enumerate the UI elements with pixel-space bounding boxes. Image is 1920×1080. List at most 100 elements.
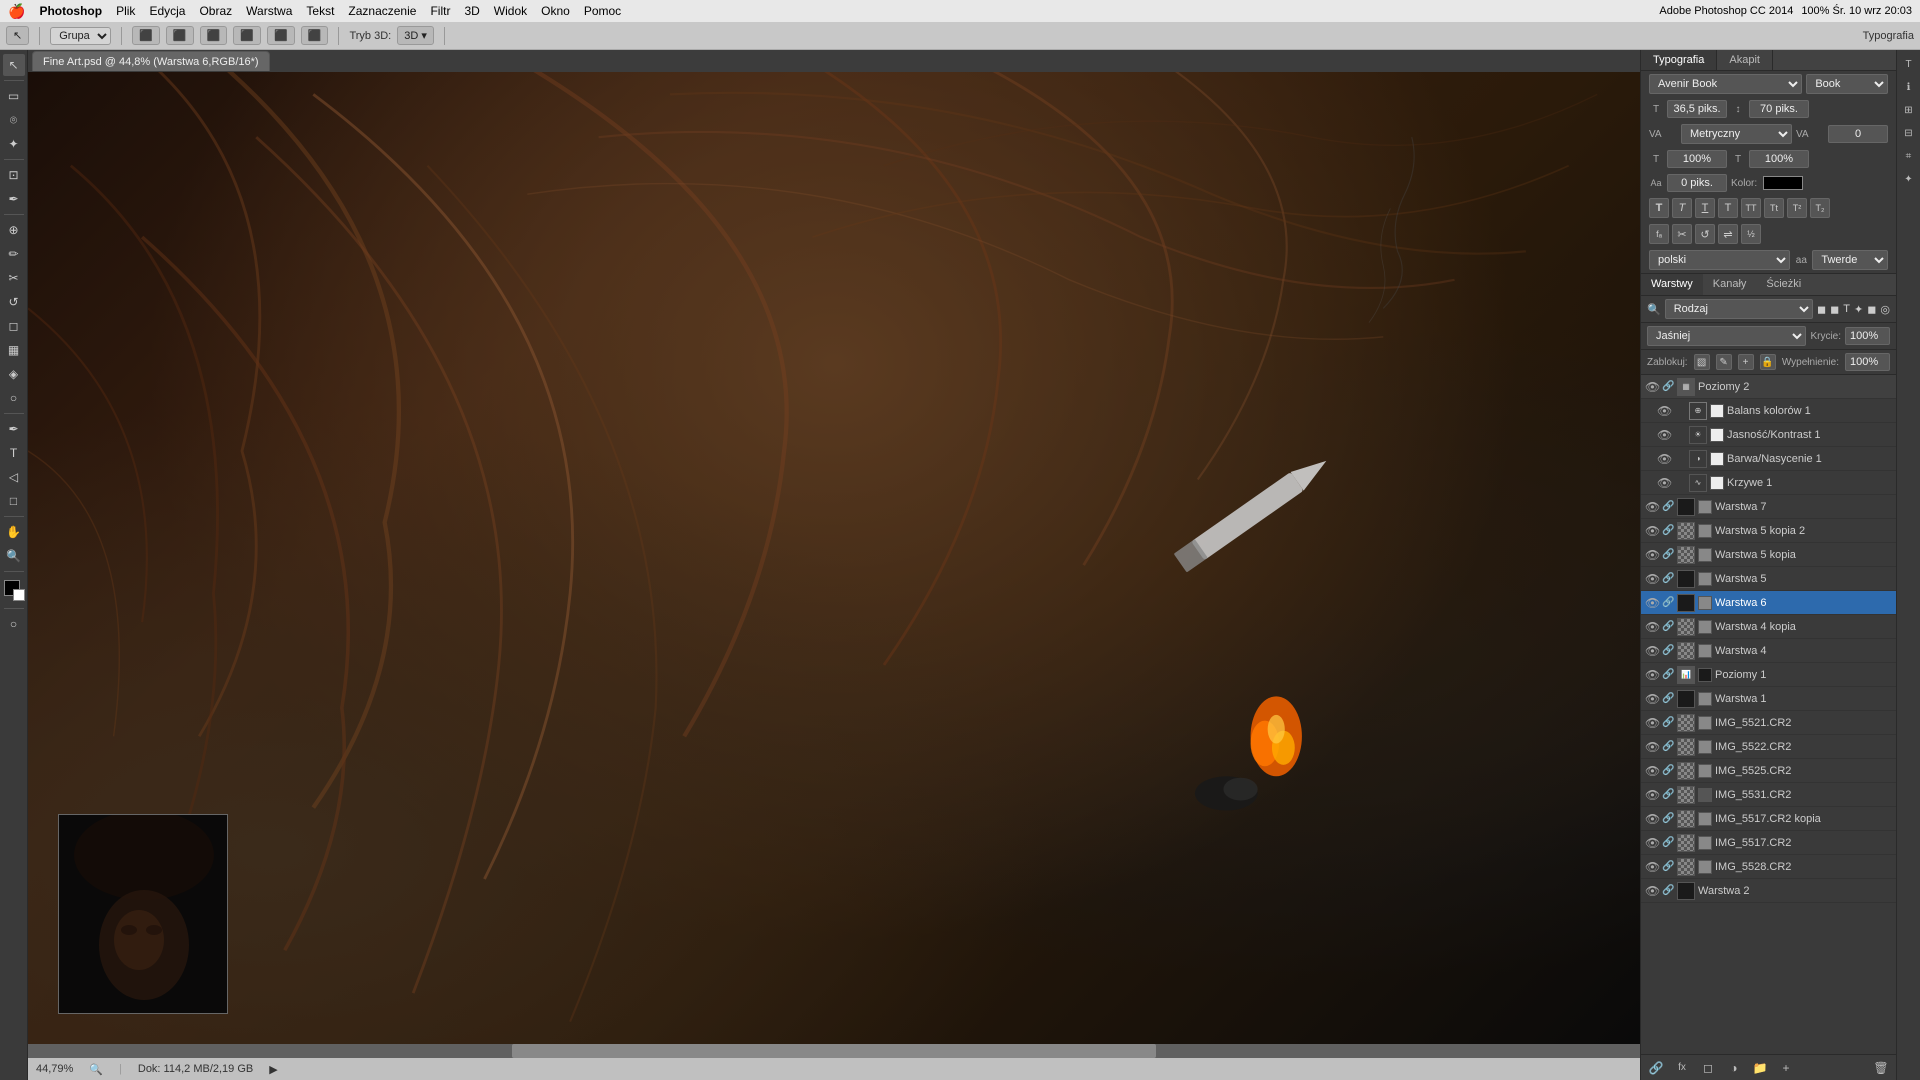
color-picker[interactable]: [4, 580, 24, 600]
visibility-icon[interactable]: 👁: [1645, 620, 1659, 634]
visibility-icon[interactable]: 👁: [1645, 836, 1659, 850]
tracking-field[interactable]: [1828, 125, 1888, 143]
filter-btn-1[interactable]: ◼: [1817, 303, 1826, 316]
layer-row[interactable]: 👁 🔗 Warstwa 5 kopia: [1641, 543, 1896, 567]
layers-list[interactable]: 👁 🔗 ▦ Poziomy 2 👁 ⊕ Balans kolorów 1 👁: [1641, 375, 1896, 1054]
bold-button[interactable]: T: [1649, 198, 1669, 218]
menu-filtr[interactable]: Filtr: [430, 4, 450, 18]
menu-warstwa[interactable]: Warstwa: [246, 4, 292, 18]
layer-row[interactable]: 👁 🔗 IMG_5531.CR2: [1641, 783, 1896, 807]
align-btn-2[interactable]: ⬛: [166, 26, 194, 45]
rotate-button[interactable]: ↺: [1695, 224, 1715, 244]
tool-wand[interactable]: ✦: [3, 133, 25, 155]
layer-row[interactable]: 👁 🔗 Warstwa 2: [1641, 879, 1896, 903]
tool-hand[interactable]: ✋: [3, 521, 25, 543]
visibility-icon[interactable]: 👁: [1645, 500, 1659, 514]
visibility-icon[interactable]: 👁: [1645, 740, 1659, 754]
layer-row[interactable]: 👁 ◑ Barwa/Nasycenie 1: [1641, 447, 1896, 471]
layer-row[interactable]: 👁 🔗 Warstwa 4: [1641, 639, 1896, 663]
tool-eyedropper[interactable]: ✒: [3, 188, 25, 210]
add-group-icon[interactable]: 📁: [1751, 1059, 1769, 1077]
smallcaps-button[interactable]: Tt: [1764, 198, 1784, 218]
scroll-thumb[interactable]: [512, 1044, 1157, 1058]
app-name[interactable]: Photoshop: [39, 4, 102, 18]
allcaps-button[interactable]: TT: [1741, 198, 1761, 218]
layer-row[interactable]: 👁 ⊕ Balans kolorów 1: [1641, 399, 1896, 423]
visibility-icon[interactable]: 👁: [1645, 596, 1659, 610]
strip-icon-1[interactable]: T: [1899, 54, 1919, 74]
italic-button[interactable]: T: [1672, 198, 1692, 218]
align-btn-6[interactable]: ⬛: [301, 26, 329, 45]
tool-zoom[interactable]: 🔍: [3, 545, 25, 567]
layer-row[interactable]: 👁 🔗 Warstwa 5: [1641, 567, 1896, 591]
strip-icon-5[interactable]: ⌗: [1899, 146, 1919, 166]
tool-shape[interactable]: □: [3, 490, 25, 512]
antialias-select[interactable]: Twerde: [1812, 250, 1888, 270]
tool-path[interactable]: ◁: [3, 466, 25, 488]
lock-lock-btn[interactable]: 🔒: [1760, 354, 1776, 370]
visibility-icon[interactable]: 👁: [1645, 572, 1659, 586]
tool-lasso[interactable]: ⌾: [3, 109, 25, 131]
tab-typografia[interactable]: Typografia: [1641, 50, 1717, 70]
tool-pen[interactable]: ✒: [3, 418, 25, 440]
subscript-button[interactable]: T₂: [1810, 198, 1830, 218]
add-adjustment-icon[interactable]: ◑: [1725, 1059, 1743, 1077]
menu-okno[interactable]: Okno: [541, 4, 570, 18]
kerning-select[interactable]: Metryczny: [1681, 124, 1792, 144]
tool-brush[interactable]: ✏: [3, 243, 25, 265]
menu-pomoc[interactable]: Pomoc: [584, 4, 621, 18]
menu-3d[interactable]: 3D: [464, 4, 479, 18]
visibility-icon[interactable]: 👁: [1645, 860, 1659, 874]
visibility-icon[interactable]: 👁: [1645, 716, 1659, 730]
background-color[interactable]: [13, 589, 25, 601]
filter-type-select[interactable]: Rodzaj: [1665, 299, 1813, 319]
baseline-field[interactable]: [1667, 174, 1727, 192]
tool-blur[interactable]: ◈: [3, 363, 25, 385]
align-btn-4[interactable]: ⬛: [233, 26, 261, 45]
lock-all-btn[interactable]: +: [1738, 354, 1754, 370]
tab-akapit[interactable]: Akapit: [1717, 50, 1773, 70]
layer-row[interactable]: 👁 🔗 IMG_5522.CR2: [1641, 735, 1896, 759]
fraction-button[interactable]: ½: [1741, 224, 1761, 244]
menu-obraz[interactable]: Obraz: [199, 4, 232, 18]
visibility-icon[interactable]: 👁: [1657, 476, 1671, 490]
faux-bold-button[interactable]: fₐ: [1649, 224, 1669, 244]
layer-row[interactable]: 👁 🔗 Warstwa 7: [1641, 495, 1896, 519]
layer-row[interactable]: 👁 ☀ Jasność/Kontrast 1: [1641, 423, 1896, 447]
tool-heal[interactable]: ⊕: [3, 219, 25, 241]
lock-position-btn[interactable]: ✎: [1716, 354, 1732, 370]
layer-row[interactable]: 👁 🔗 IMG_5517.CR2 kopia: [1641, 807, 1896, 831]
mode-btn[interactable]: 3D ▾: [397, 26, 434, 45]
visibility-icon[interactable]: 👁: [1645, 380, 1659, 394]
layer-row-active[interactable]: 👁 🔗 Warstwa 6: [1641, 591, 1896, 615]
layer-row[interactable]: 👁 🔗 Warstwa 4 kopia: [1641, 615, 1896, 639]
tool-clone[interactable]: ✂: [3, 267, 25, 289]
tool-text[interactable]: T: [3, 442, 25, 464]
layers-tab[interactable]: Warstwy: [1641, 274, 1703, 295]
font-size-field[interactable]: [1667, 100, 1727, 118]
lock-pixels-btn[interactable]: ▧: [1694, 354, 1710, 370]
scale-v-field[interactable]: [1749, 150, 1809, 168]
filter-btn-5[interactable]: ◼: [1867, 303, 1876, 316]
canvas-tab[interactable]: Fine Art.psd @ 44,8% (Warstwa 6,RGB/16*): [32, 51, 270, 71]
tool-crop[interactable]: ⊡: [3, 164, 25, 186]
visibility-icon[interactable]: 👁: [1645, 812, 1659, 826]
layer-row[interactable]: 👁 🔗 Warstwa 1: [1641, 687, 1896, 711]
filter-btn-2[interactable]: ◼: [1830, 303, 1839, 316]
menu-edycja[interactable]: Edycja: [149, 4, 185, 18]
visibility-icon[interactable]: 👁: [1645, 668, 1659, 682]
layer-row[interactable]: 👁 🔗 Warstwa 5 kopia 2: [1641, 519, 1896, 543]
tool-dodge[interactable]: ○: [3, 387, 25, 409]
add-mask-icon[interactable]: ◻: [1699, 1059, 1717, 1077]
fill-field[interactable]: [1845, 353, 1890, 371]
visibility-icon[interactable]: 👁: [1657, 404, 1671, 418]
visibility-icon[interactable]: 👁: [1645, 788, 1659, 802]
delete-layer-icon[interactable]: 🗑: [1872, 1059, 1890, 1077]
flip-button[interactable]: ⇌: [1718, 224, 1738, 244]
fx-icon[interactable]: fx: [1673, 1059, 1691, 1077]
layer-row[interactable]: 👁 🔗 IMG_5525.CR2: [1641, 759, 1896, 783]
color-swatch[interactable]: [1763, 176, 1803, 190]
layer-row[interactable]: 👁 🔗 📊 Poziomy 1: [1641, 663, 1896, 687]
tool-mask[interactable]: ○: [3, 613, 25, 635]
filter-btn-4[interactable]: ✦: [1854, 303, 1863, 316]
